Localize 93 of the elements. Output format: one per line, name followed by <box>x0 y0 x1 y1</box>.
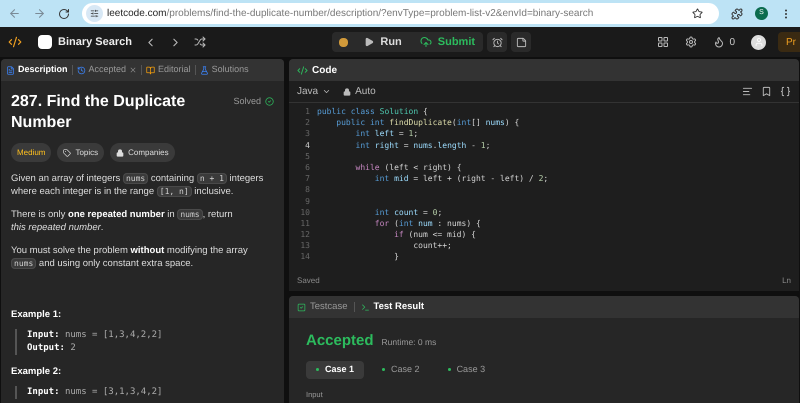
description-paragraph: Given an array of integers nums containing n + 1 integers where each integer is in the range [1, n] inclusive. <box>11 172 264 198</box>
line-number: 14 <box>299 251 311 263</box>
layout-icon[interactable] <box>657 36 670 48</box>
code-line: int left = 1; <box>354 128 418 140</box>
line-number: 8 <box>304 184 311 196</box>
language-select[interactable]: Java <box>297 84 332 99</box>
chevron-down-icon <box>322 87 332 96</box>
line-number: 6 <box>304 162 311 174</box>
case-tab[interactable]: Case 3 <box>438 360 496 378</box>
difficulty-badge[interactable]: Medium <box>11 143 52 162</box>
code-line: if (num <= mid) { <box>393 229 476 240</box>
reload-icon[interactable] <box>58 8 70 20</box>
panel-tab[interactable]: Editorial <box>145 63 192 77</box>
lock-icon <box>116 148 124 156</box>
streak-count: 0 <box>729 36 735 50</box>
line-number: 13 <box>299 240 311 252</box>
note-icon[interactable] <box>511 32 532 52</box>
panel-tab[interactable]: Description <box>5 63 69 77</box>
close-icon[interactable] <box>129 66 138 74</box>
bookmark-star-icon[interactable] <box>692 8 703 19</box>
line-number: 4 <box>304 140 311 151</box>
save-status: Saved <box>297 275 320 287</box>
line-number: 3 <box>304 128 311 140</box>
submit-button[interactable]: Submit <box>412 32 484 52</box>
line-number: 5 <box>304 150 311 162</box>
logo-icon[interactable] <box>8 35 22 49</box>
panel-tab[interactable]: Solutions <box>198 63 250 77</box>
line-number: 1 <box>304 106 311 118</box>
play-icon <box>364 37 374 47</box>
cursor-position: Ln <box>782 275 791 287</box>
line-number: 12 <box>299 229 311 240</box>
line-number: 7 <box>304 173 311 184</box>
tag-chip[interactable]: Companies <box>110 143 175 162</box>
panel-tab[interactable]: Test Result <box>360 300 424 314</box>
problem-list-link[interactable]: Binary Search <box>58 34 132 50</box>
tab-icon <box>146 66 156 74</box>
checkbox-icon <box>297 302 306 312</box>
address-bar[interactable]: leetcode.com/problems/find-the-duplicate-number/description/?envType=problem-list-v2&envId=binary-search <box>82 3 719 24</box>
code-line: } <box>393 251 399 263</box>
code-line: int count = 0; <box>374 206 442 218</box>
example-heading: Example 2: <box>11 365 62 378</box>
code-line: while (left < right) { <box>354 162 462 174</box>
example-line: Input: nums = [1,3,4,2,2] <box>27 329 164 342</box>
url-text: leetcode.com/problems/find-the-duplicate-number/description/?envType=problem-list-v2&envId=binary-search <box>107 7 594 21</box>
flame-icon[interactable] <box>713 36 726 48</box>
panel-tab[interactable]: Accepted <box>76 63 138 77</box>
extensions-icon[interactable] <box>731 8 743 20</box>
verdict-text: Accepted <box>306 331 374 351</box>
code-line: int mid = left + (right - left) / 2; <box>374 173 548 184</box>
cloud-upload-icon <box>420 36 432 48</box>
line-number: 2 <box>304 117 311 128</box>
settings-icon[interactable] <box>685 36 698 48</box>
example-line: Input: nums = [3,1,3,4,2] <box>27 386 164 399</box>
panel-tab[interactable]: Testcase <box>297 300 348 314</box>
code-icon <box>297 64 308 76</box>
forward-icon[interactable] <box>33 7 46 20</box>
panel-title: Code <box>312 64 337 78</box>
code-line: for (int num : nums) { <box>374 218 481 230</box>
solved-status: Solved <box>233 95 274 108</box>
problem-title: 287. Find the Duplicate Number <box>11 92 186 133</box>
terminal-icon <box>360 302 370 312</box>
braces-icon[interactable] <box>780 86 791 97</box>
tab-icon <box>76 66 86 74</box>
bookmark-icon[interactable] <box>761 86 772 97</box>
format-icon[interactable] <box>742 86 753 97</box>
example-heading: Example 1: <box>11 308 62 321</box>
avatar-icon[interactable] <box>751 34 766 50</box>
back-icon[interactable] <box>8 7 21 20</box>
shuffle-icon[interactable] <box>194 36 206 48</box>
line-number: 9 <box>304 196 311 207</box>
run-button[interactable]: Run <box>356 32 410 52</box>
lock-icon <box>343 88 352 96</box>
runtime-text: Runtime: 0 ms <box>382 336 436 349</box>
case-tab[interactable]: Case 1 <box>306 360 364 378</box>
check-circle-icon <box>265 97 274 106</box>
premium-button[interactable]: Pr <box>778 32 800 52</box>
auto-mode-label[interactable]: Auto <box>355 84 376 99</box>
example-line: Output: 2 <box>27 342 77 355</box>
case-tab[interactable]: Case 2 <box>372 360 430 378</box>
tag-chip[interactable]: Topics <box>57 143 104 162</box>
code-line: public class Solution { <box>317 106 428 118</box>
site-info-icon[interactable] <box>86 5 103 22</box>
alarm-clock-icon[interactable] <box>487 32 508 52</box>
tab-icon <box>200 66 209 74</box>
code-line: public int findDuplicate(int[] nums) { <box>335 117 520 128</box>
code-line: int right = nums.length - 1; <box>354 140 490 151</box>
description-paragraph: You must solve the problem without modifying the array nums and using only constant extra space. <box>11 244 249 270</box>
description-paragraph: There is only one repeated number in nums , return this repeated number. <box>11 208 234 234</box>
line-number: 11 <box>299 218 311 230</box>
tag-icon <box>63 148 72 156</box>
line-number: 10 <box>299 206 311 218</box>
code-line: count++; <box>412 240 452 252</box>
tab-icon <box>6 66 15 74</box>
